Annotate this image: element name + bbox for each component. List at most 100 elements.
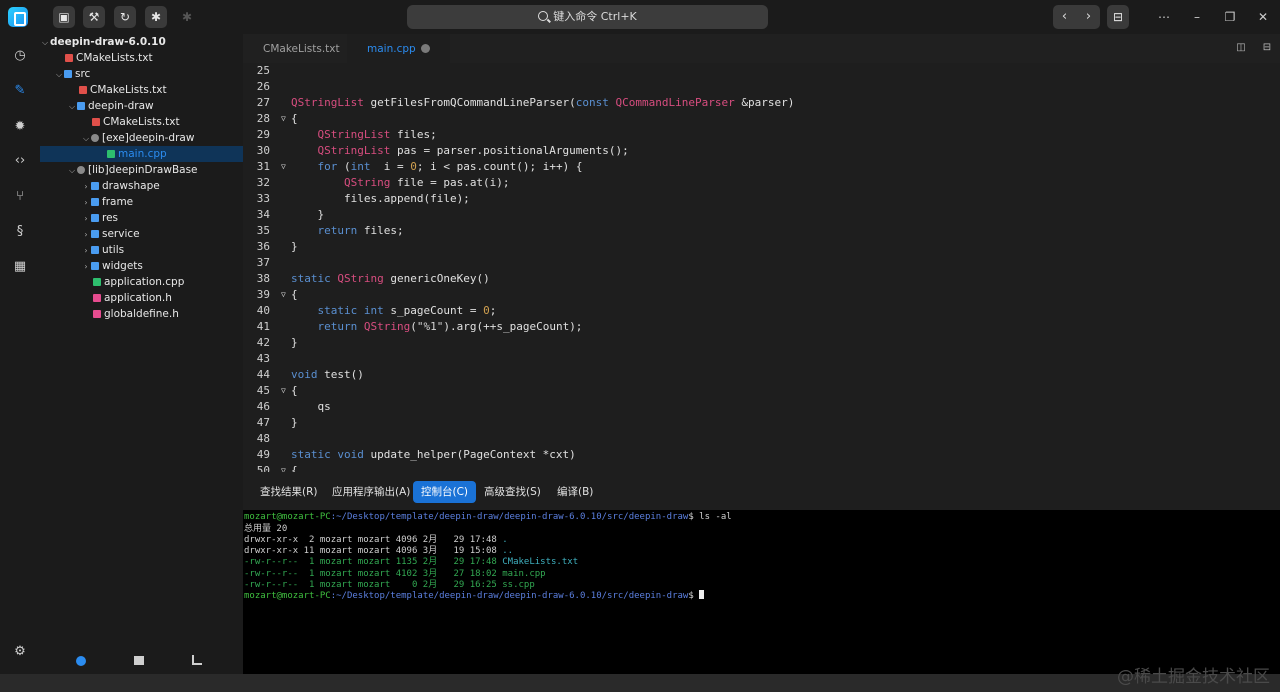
split-editor-icon[interactable]: ◫ (1234, 42, 1248, 54)
code-icon[interactable]: ‹› (12, 153, 28, 169)
tab-app-output[interactable]: 应用程序输出(A) (324, 481, 418, 503)
line-number: 25 (256, 64, 270, 77)
editor-split-horizontal-icon[interactable]: ⊟ (1260, 42, 1274, 54)
code-line: return QString("%1").arg(++s_pageCount); (317, 320, 583, 333)
code-line: static int s_pageCount = 0; (317, 304, 497, 317)
build-hammer-button[interactable]: ⚒ (83, 6, 105, 28)
sync-icon[interactable]: § (12, 224, 28, 240)
recent-clock-icon[interactable]: ◷ (12, 48, 28, 64)
tree-item[interactable]: main.cpp (40, 146, 243, 162)
tab-advanced-search[interactable]: 高级查找(S) (476, 481, 549, 503)
fold-arrow-icon[interactable]: ▽ (281, 111, 286, 127)
project-tree: ⌵ deepin-draw-6.0.10 CMakeLists.txt ⌵ src … (40, 34, 243, 674)
git-branch-icon[interactable]: ⑂ (12, 189, 28, 205)
outline-view-icon[interactable] (192, 655, 202, 665)
tree-item[interactable]: ⌵ [lib]deepinDrawBase (40, 162, 243, 178)
output-panel-tabs: 查找结果(R) 应用程序输出(A) 控制台(C) 高级查找(S) 编译(B) (243, 472, 1280, 510)
maximize-button[interactable]: ❐ (1221, 8, 1239, 26)
code-line: } (291, 240, 298, 253)
fold-arrow-icon[interactable]: ▽ (281, 383, 286, 399)
tree-item-label: src (75, 68, 91, 80)
search-icon (538, 11, 549, 21)
tree-item[interactable]: CMakeLists.txt (40, 50, 243, 66)
tab-console[interactable]: 控制台(C) (413, 481, 477, 503)
code-view[interactable]: 25 26 27 QStringList getFilesFromQCommand… (243, 63, 1280, 472)
edit-icon[interactable]: ✎ (12, 83, 28, 99)
entry-meta: drwxr-xr-x 11 mozart mozart 4096 3月 19 1… (244, 546, 503, 556)
target-icon (91, 134, 99, 142)
tab-close-icon[interactable] (421, 44, 431, 53)
debug-bug-icon[interactable]: ✹ (12, 119, 28, 135)
tree-item[interactable]: CMakeLists.txt (40, 82, 243, 98)
tab-main-cpp[interactable]: main.cpp (347, 34, 451, 63)
code-line: void test() (291, 368, 364, 381)
split-view-button[interactable]: ⊟ (1107, 5, 1129, 29)
tree-item[interactable]: globaldefine.h (40, 306, 243, 322)
tree-item[interactable]: › service (40, 226, 243, 242)
chevron-down-icon: ⌵ (68, 166, 76, 175)
prompt-path: :~/Desktop/template/deepin-draw/deepin-d… (330, 512, 689, 522)
cmake-file-icon (79, 86, 87, 94)
tree-item[interactable]: › utils (40, 242, 243, 258)
close-button[interactable]: ✕ (1254, 8, 1272, 26)
new-file-button[interactable]: ▣ (53, 6, 75, 28)
entry-name: .. (502, 546, 514, 556)
tab-cmakelists[interactable]: CMakeLists.txt (243, 34, 360, 63)
tree-item[interactable]: CMakeLists.txt (40, 114, 243, 130)
tree-item-label: deepin-draw-6.0.10 (50, 36, 166, 48)
fold-arrow-icon[interactable]: ▽ (281, 159, 286, 175)
project-view-icon[interactable] (76, 656, 86, 666)
target-icon (77, 166, 85, 174)
tree-item[interactable]: › res (40, 210, 243, 226)
console-terminal[interactable]: mozart@mozart-PC:~/Desktop/template/deep… (243, 510, 1280, 674)
tree-item-label: CMakeLists.txt (90, 84, 167, 96)
folder-view-icon[interactable] (134, 656, 144, 665)
tree-item-label: service (102, 228, 140, 240)
text-cursor (699, 590, 705, 599)
debug-button[interactable]: ✱ (145, 6, 167, 28)
tree-item-label: CMakeLists.txt (103, 116, 180, 128)
chevron-down-icon: ⌵ (82, 134, 90, 143)
header-file-icon (93, 310, 101, 318)
tree-item[interactable]: › widgets (40, 258, 243, 274)
code-line: for (int i = 0; i < pas.count(); i++) { (317, 160, 583, 173)
code-line: } (291, 416, 298, 429)
chevron-right-icon: › (84, 198, 88, 207)
line-number: 38 (256, 272, 270, 285)
chevron-down-icon: ⌵ (68, 102, 76, 111)
code-line: files.append(file); (291, 192, 470, 205)
tree-item[interactable]: › frame (40, 194, 243, 210)
chevron-right-icon: › (84, 182, 88, 191)
entry-meta: -rw-r--r-- 1 mozart mozart 1135 2月 29 17… (244, 557, 503, 567)
tab-find-results[interactable]: 查找结果(R) (252, 481, 326, 503)
minimize-button[interactable]: – (1188, 8, 1206, 26)
rebuild-button[interactable]: ↻ (114, 6, 136, 28)
tree-item[interactable]: ⌵ deepin-draw-6.0.10 (40, 34, 243, 50)
tree-item[interactable]: › drawshape (40, 178, 243, 194)
tree-item[interactable]: ⌵ deepin-draw (40, 98, 243, 114)
fold-arrow-icon[interactable]: ▽ (281, 287, 286, 303)
cmake-file-icon (92, 118, 100, 126)
line-number: 31 (256, 160, 270, 173)
entry-name: main.cpp (502, 569, 546, 579)
line-number: 50 (256, 464, 270, 472)
plugins-grid-icon[interactable]: ▦ (12, 259, 28, 275)
menu-icon[interactable]: ⋯ (1155, 8, 1173, 26)
settings-gear-icon[interactable]: ⚙ (12, 644, 28, 660)
tree-item[interactable]: application.cpp (40, 274, 243, 290)
title-bar: ▣ ⚒ ↻ ✱ ✱ 键入命令 Ctrl+K ‹ › ⊟ ⋯ – ❐ ✕ (0, 0, 1280, 34)
tab-label: main.cpp (367, 43, 416, 55)
command-search-box[interactable]: 键入命令 Ctrl+K (407, 5, 768, 29)
nav-back-button[interactable]: ‹ (1053, 5, 1076, 29)
tree-item[interactable]: ⌵ src (40, 66, 243, 82)
tab-build[interactable]: 编译(B) (549, 481, 601, 503)
code-line: qs (291, 400, 331, 413)
tree-item[interactable]: application.h (40, 290, 243, 306)
tree-item[interactable]: ⌵ [exe]deepin-draw (40, 130, 243, 146)
fold-arrow-icon[interactable]: ▽ (281, 463, 286, 472)
header-file-icon (93, 294, 101, 302)
stop-debug-button[interactable]: ✱ (176, 6, 198, 28)
code-line: } (291, 336, 298, 349)
nav-forward-button[interactable]: › (1077, 5, 1100, 29)
entry-meta: drwxr-xr-x 2 mozart mozart 4096 2月 29 17… (244, 535, 503, 545)
